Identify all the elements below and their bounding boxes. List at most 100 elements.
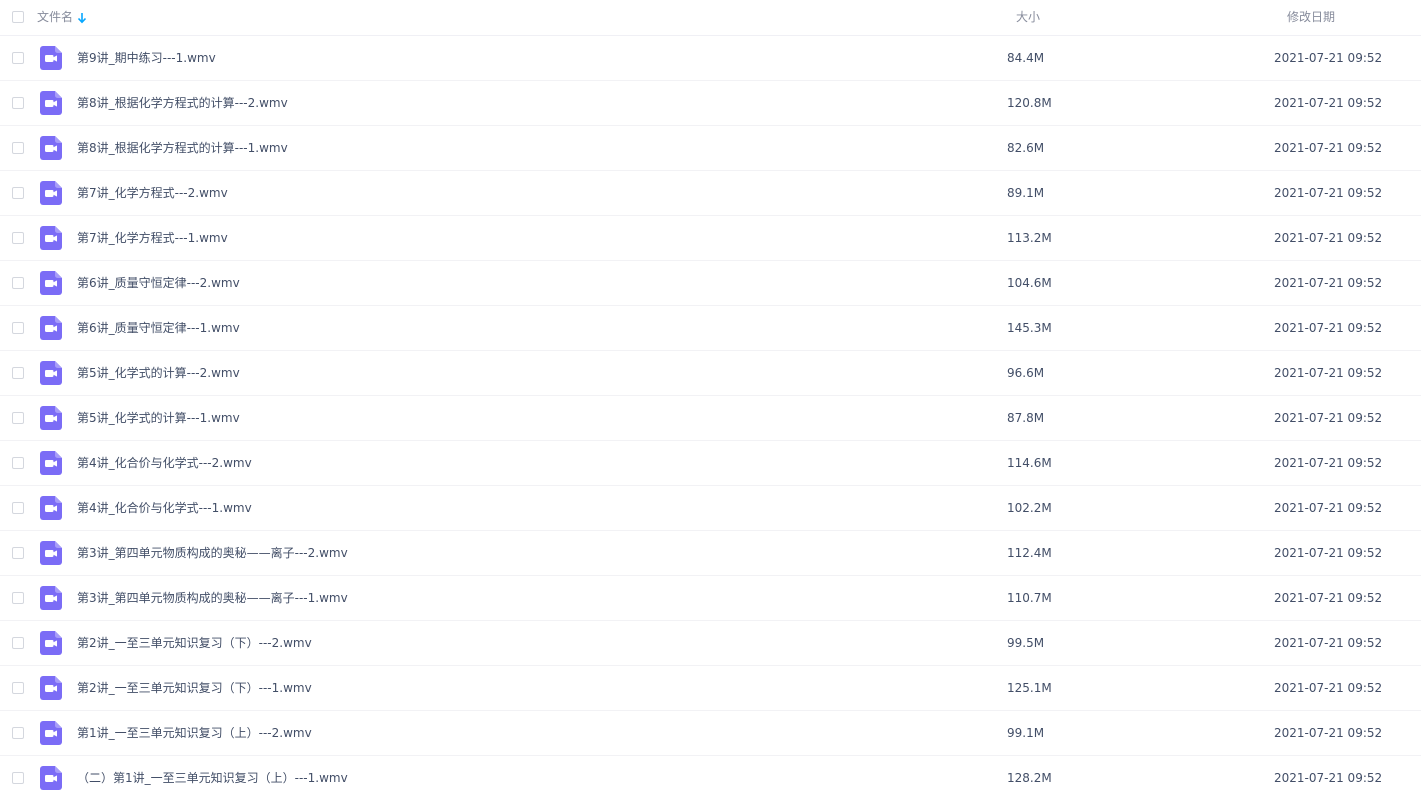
video-file-icon [40, 496, 62, 520]
file-modified-date: 2021-07-21 09:52 [1274, 366, 1383, 380]
file-name[interactable]: 第4讲_化合价与化学式---2.wmv [77, 454, 252, 472]
video-file-icon [40, 46, 62, 70]
file-row[interactable]: 第2讲_一至三单元知识复习（下）---2.wmv 99.5M 2021-07-2… [0, 621, 1421, 666]
file-name[interactable]: 第3讲_第四单元物质构成的奥秘——离子---1.wmv [77, 589, 348, 607]
video-file-icon [40, 541, 62, 565]
file-size: 87.8M [1007, 411, 1045, 425]
file-row-checkbox[interactable] [12, 52, 24, 64]
video-file-icon [40, 586, 62, 610]
file-name[interactable]: 第5讲_化学式的计算---1.wmv [77, 409, 240, 427]
file-modified-date: 2021-07-21 09:52 [1274, 96, 1383, 110]
file-name[interactable]: 第8讲_根据化学方程式的计算---2.wmv [77, 94, 288, 112]
file-name[interactable]: 第9讲_期中练习---1.wmv [77, 49, 216, 67]
file-size: 113.2M [1007, 231, 1052, 245]
file-modified-date: 2021-07-21 09:52 [1274, 501, 1383, 515]
file-name[interactable]: 第2讲_一至三单元知识复习（下）---1.wmv [77, 679, 312, 697]
video-file-icon [40, 631, 62, 655]
file-row[interactable]: 第7讲_化学方程式---1.wmv 113.2M 2021-07-21 09:5… [0, 216, 1421, 261]
file-modified-date: 2021-07-21 09:52 [1274, 681, 1383, 695]
column-header-name[interactable]: 文件名 [37, 9, 87, 25]
arrow-down-icon[interactable] [77, 12, 87, 24]
file-modified-date: 2021-07-21 09:52 [1274, 321, 1383, 335]
file-modified-date: 2021-07-21 09:52 [1274, 636, 1383, 650]
file-row-checkbox[interactable] [12, 277, 24, 289]
column-header-size[interactable]: 大小 [1016, 9, 1040, 25]
file-row-checkbox[interactable] [12, 727, 24, 739]
file-row-checkbox[interactable] [12, 547, 24, 559]
file-size: 112.4M [1007, 546, 1052, 560]
file-row-checkbox[interactable] [12, 772, 24, 784]
file-row[interactable]: 第7讲_化学方程式---2.wmv 89.1M 2021-07-21 09:52 [0, 171, 1421, 216]
file-name[interactable]: （二）第1讲_一至三单元知识复习（上）---1.wmv [77, 769, 348, 787]
video-file-icon [40, 91, 62, 115]
file-row[interactable]: 第9讲_期中练习---1.wmv 84.4M 2021-07-21 09:52 [0, 36, 1421, 81]
file-row-checkbox[interactable] [12, 232, 24, 244]
file-row[interactable]: 第3讲_第四单元物质构成的奥秘——离子---2.wmv 112.4M 2021-… [0, 531, 1421, 576]
file-size: 104.6M [1007, 276, 1052, 290]
file-name[interactable]: 第1讲_一至三单元知识复习（上）---2.wmv [77, 724, 312, 742]
file-size: 145.3M [1007, 321, 1052, 335]
file-name[interactable]: 第3讲_第四单元物质构成的奥秘——离子---2.wmv [77, 544, 348, 562]
file-modified-date: 2021-07-21 09:52 [1274, 231, 1383, 245]
file-name[interactable]: 第6讲_质量守恒定律---2.wmv [77, 274, 240, 292]
column-header-name-label: 文件名 [37, 10, 74, 24]
file-row-checkbox[interactable] [12, 367, 24, 379]
file-row[interactable]: 第6讲_质量守恒定律---1.wmv 145.3M 2021-07-21 09:… [0, 306, 1421, 351]
file-row-checkbox[interactable] [12, 457, 24, 469]
file-row[interactable]: 第6讲_质量守恒定律---2.wmv 104.6M 2021-07-21 09:… [0, 261, 1421, 306]
video-file-icon [40, 721, 62, 745]
file-modified-date: 2021-07-21 09:52 [1274, 276, 1383, 290]
video-file-icon [40, 136, 62, 160]
file-size: 96.6M [1007, 366, 1045, 380]
file-size: 114.6M [1007, 456, 1052, 470]
file-modified-date: 2021-07-21 09:52 [1274, 771, 1383, 785]
file-modified-date: 2021-07-21 09:52 [1274, 591, 1383, 605]
file-row[interactable]: 第5讲_化学式的计算---1.wmv 87.8M 2021-07-21 09:5… [0, 396, 1421, 441]
video-file-icon [40, 406, 62, 430]
video-file-icon [40, 361, 62, 385]
file-row[interactable]: （二）第1讲_一至三单元知识复习（上）---1.wmv 128.2M 2021-… [0, 756, 1421, 800]
file-name[interactable]: 第8讲_根据化学方程式的计算---1.wmv [77, 139, 288, 157]
file-name[interactable]: 第6讲_质量守恒定律---1.wmv [77, 319, 240, 337]
file-modified-date: 2021-07-21 09:52 [1274, 411, 1383, 425]
select-all-checkbox[interactable] [12, 11, 24, 23]
file-size: 89.1M [1007, 186, 1045, 200]
file-row[interactable]: 第8讲_根据化学方程式的计算---2.wmv 120.8M 2021-07-21… [0, 81, 1421, 126]
file-row[interactable]: 第4讲_化合价与化学式---1.wmv 102.2M 2021-07-21 09… [0, 486, 1421, 531]
file-row[interactable]: 第4讲_化合价与化学式---2.wmv 114.6M 2021-07-21 09… [0, 441, 1421, 486]
file-row-checkbox[interactable] [12, 502, 24, 514]
file-row-checkbox[interactable] [12, 187, 24, 199]
file-row[interactable]: 第5讲_化学式的计算---2.wmv 96.6M 2021-07-21 09:5… [0, 351, 1421, 396]
file-modified-date: 2021-07-21 09:52 [1274, 456, 1383, 470]
file-modified-date: 2021-07-21 09:52 [1274, 51, 1383, 65]
file-row-checkbox[interactable] [12, 97, 24, 109]
file-name[interactable]: 第5讲_化学式的计算---2.wmv [77, 364, 240, 382]
file-size: 84.4M [1007, 51, 1045, 65]
file-size: 82.6M [1007, 141, 1045, 155]
file-size: 99.5M [1007, 636, 1045, 650]
file-row[interactable]: 第3讲_第四单元物质构成的奥秘——离子---1.wmv 110.7M 2021-… [0, 576, 1421, 621]
video-file-icon [40, 451, 62, 475]
file-rows: 第9讲_期中练习---1.wmv 84.4M 2021-07-21 09:52 … [0, 36, 1421, 800]
file-row-checkbox[interactable] [12, 682, 24, 694]
file-list-header: 文件名 大小 修改日期 [0, 0, 1421, 36]
file-row[interactable]: 第1讲_一至三单元知识复习（上）---2.wmv 99.1M 2021-07-2… [0, 711, 1421, 756]
file-size: 99.1M [1007, 726, 1045, 740]
file-name[interactable]: 第7讲_化学方程式---1.wmv [77, 229, 228, 247]
file-row[interactable]: 第2讲_一至三单元知识复习（下）---1.wmv 125.1M 2021-07-… [0, 666, 1421, 711]
file-row-checkbox[interactable] [12, 637, 24, 649]
file-row-checkbox[interactable] [12, 142, 24, 154]
file-size: 120.8M [1007, 96, 1052, 110]
file-size: 128.2M [1007, 771, 1052, 785]
video-file-icon [40, 271, 62, 295]
file-row-checkbox[interactable] [12, 412, 24, 424]
file-name[interactable]: 第7讲_化学方程式---2.wmv [77, 184, 228, 202]
video-file-icon [40, 181, 62, 205]
file-row-checkbox[interactable] [12, 592, 24, 604]
file-row-checkbox[interactable] [12, 322, 24, 334]
file-row[interactable]: 第8讲_根据化学方程式的计算---1.wmv 82.6M 2021-07-21 … [0, 126, 1421, 171]
file-name[interactable]: 第2讲_一至三单元知识复习（下）---2.wmv [77, 634, 312, 652]
file-modified-date: 2021-07-21 09:52 [1274, 141, 1383, 155]
file-name[interactable]: 第4讲_化合价与化学式---1.wmv [77, 499, 252, 517]
column-header-date[interactable]: 修改日期 [1287, 9, 1335, 25]
